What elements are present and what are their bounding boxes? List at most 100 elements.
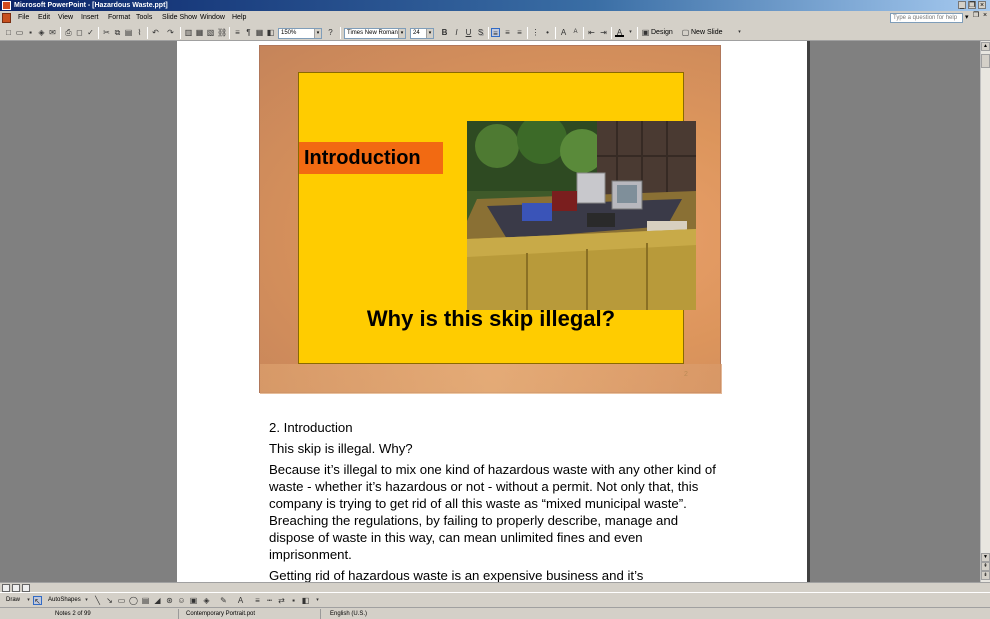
next-slide-icon[interactable]: ⇟ bbox=[981, 571, 990, 580]
minimize-icon[interactable]: _ bbox=[958, 1, 966, 9]
scroll-down-icon[interactable]: ▼ bbox=[981, 553, 990, 562]
new-icon[interactable]: □ bbox=[4, 28, 13, 37]
oval-icon[interactable]: ◯ bbox=[129, 596, 138, 605]
doc-restore-icon[interactable]: ❐ bbox=[972, 12, 980, 20]
cut-icon[interactable]: ✂ bbox=[102, 28, 111, 37]
insert-hyperlink-icon[interactable]: ⛓ bbox=[217, 28, 227, 37]
fill-color-icon[interactable]: ◈ bbox=[202, 596, 211, 605]
zoom-dropdown-icon[interactable]: ▾ bbox=[314, 29, 321, 38]
align-center-icon[interactable]: ≡ bbox=[503, 28, 512, 37]
autoshapes-menu-button[interactable]: AutoShapes bbox=[48, 595, 81, 606]
menu-slide-show[interactable]: Slide Show bbox=[162, 11, 197, 25]
skip-photo[interactable] bbox=[467, 121, 696, 310]
menu-edit[interactable]: Edit bbox=[38, 11, 50, 25]
underline-button[interactable]: U bbox=[464, 28, 473, 37]
3d-style-icon[interactable]: ◧ bbox=[301, 596, 310, 605]
bullets-icon[interactable]: • bbox=[543, 28, 552, 37]
draw-dropdown-icon[interactable]: ▾ bbox=[24, 596, 33, 605]
text-box-icon[interactable]: ▤ bbox=[141, 596, 150, 605]
wordart-icon[interactable]: ◢ bbox=[153, 596, 162, 605]
redo-icon[interactable]: ↷ bbox=[166, 28, 175, 37]
email-icon[interactable]: ✉ bbox=[48, 28, 57, 37]
menu-window[interactable]: Window bbox=[200, 11, 225, 25]
previous-slide-icon[interactable]: ⇞ bbox=[981, 562, 990, 571]
shadow-button[interactable]: S bbox=[476, 28, 485, 37]
save-icon[interactable]: ▪ bbox=[26, 28, 35, 37]
line-color-icon[interactable]: ✎ bbox=[219, 596, 228, 605]
italic-button[interactable]: I bbox=[452, 28, 461, 37]
increase-indent-icon[interactable]: ⇥ bbox=[599, 28, 608, 37]
powerpoint-app-icon[interactable] bbox=[2, 1, 11, 10]
new-slide-button[interactable]: New Slide bbox=[691, 28, 723, 38]
shadow-style-icon[interactable]: ▪ bbox=[289, 596, 298, 605]
help-question-input[interactable]: Type a question for help bbox=[890, 13, 963, 23]
close-icon[interactable]: × bbox=[978, 1, 986, 9]
vertical-scrollbar[interactable]: ▲ ▼ ⇞ ⇟ bbox=[980, 41, 990, 582]
picture-icon[interactable]: ▣ bbox=[189, 596, 198, 605]
increase-font-icon[interactable]: A bbox=[559, 28, 568, 37]
slide-sorter-view-icon[interactable] bbox=[12, 584, 20, 592]
slide-thumbnail[interactable]: Introduction Why is this skip illegal? 2 bbox=[259, 45, 722, 394]
status-language[interactable]: English (U.S.) bbox=[330, 608, 367, 619]
slide-title[interactable]: Introduction bbox=[299, 142, 443, 174]
insert-table-icon[interactable]: ▦ bbox=[195, 28, 204, 37]
format-painter-icon[interactable]: ⌇ bbox=[135, 28, 144, 37]
draw-menu-button[interactable]: Draw bbox=[6, 595, 20, 606]
zoom-select[interactable]: 150% ▾ bbox=[278, 28, 322, 39]
new-slide-icon[interactable]: ▢ bbox=[681, 28, 690, 37]
menu-file[interactable]: File bbox=[18, 11, 29, 25]
line-style-icon[interactable]: ≡ bbox=[253, 596, 262, 605]
menu-format[interactable]: Format bbox=[108, 11, 130, 25]
decrease-indent-icon[interactable]: ⇤ bbox=[587, 28, 596, 37]
help-icon[interactable]: ? bbox=[326, 28, 335, 37]
grid-icon[interactable]: ▦ bbox=[255, 28, 264, 37]
permission-icon[interactable]: ◈ bbox=[37, 28, 46, 37]
draw-toolbar-options-icon[interactable]: ▾ bbox=[313, 596, 322, 605]
tables-borders-icon[interactable]: ▧ bbox=[206, 28, 215, 37]
insert-chart-icon[interactable]: ▥ bbox=[184, 28, 193, 37]
scroll-up-icon[interactable]: ▲ bbox=[981, 42, 990, 51]
line-icon[interactable]: ╲ bbox=[93, 596, 102, 605]
maximize-icon[interactable]: ❐ bbox=[968, 1, 976, 9]
menu-tools[interactable]: Tools bbox=[136, 11, 152, 25]
slide-show-view-icon[interactable] bbox=[22, 584, 30, 592]
print-icon[interactable]: ⎙ bbox=[64, 28, 73, 37]
expand-all-icon[interactable]: ≡ bbox=[233, 28, 242, 37]
select-objects-icon[interactable]: ↖ bbox=[33, 596, 42, 606]
clip-art-icon[interactable]: ☺ bbox=[177, 596, 186, 605]
diagram-icon[interactable]: ⊛ bbox=[165, 596, 174, 605]
color-grayscale-icon[interactable]: ◧ bbox=[266, 28, 275, 37]
toolbar-options-icon[interactable]: ▾ bbox=[735, 28, 744, 37]
font-color-dropdown-icon[interactable]: ▾ bbox=[626, 28, 635, 37]
normal-view-icon[interactable] bbox=[2, 584, 10, 592]
font-size-select[interactable]: 24 ▾ bbox=[410, 28, 434, 39]
align-right-icon[interactable]: ≡ bbox=[515, 28, 524, 37]
menu-view[interactable]: View bbox=[58, 11, 73, 25]
spelling-icon[interactable]: ✓ bbox=[86, 28, 95, 37]
font-color-icon[interactable]: A bbox=[615, 28, 624, 37]
speaker-notes[interactable]: 2. Introduction This skip is illegal. Wh… bbox=[269, 419, 719, 582]
undo-icon[interactable]: ↶ bbox=[151, 28, 160, 37]
scroll-thumb[interactable] bbox=[981, 54, 990, 68]
font-color-draw-icon[interactable]: A bbox=[236, 596, 245, 605]
paste-icon[interactable]: ▤ bbox=[124, 28, 133, 37]
design-icon[interactable]: ▣ bbox=[641, 28, 650, 37]
document-icon[interactable] bbox=[2, 13, 11, 23]
autoshapes-dropdown-icon[interactable]: ▾ bbox=[82, 596, 91, 605]
doc-close-icon[interactable]: × bbox=[981, 12, 989, 20]
numbering-icon[interactable]: ⋮ bbox=[531, 28, 540, 37]
font-size-dropdown-icon[interactable]: ▾ bbox=[426, 29, 433, 38]
design-button[interactable]: Design bbox=[651, 28, 673, 38]
menu-insert[interactable]: Insert bbox=[81, 11, 99, 25]
font-select[interactable]: Times New Roman ▾ bbox=[344, 28, 406, 39]
align-left-icon[interactable]: ≡ bbox=[491, 28, 500, 38]
font-dropdown-icon[interactable]: ▾ bbox=[398, 29, 405, 38]
print-preview-icon[interactable]: ◻ bbox=[75, 28, 84, 37]
open-icon[interactable]: ▭ bbox=[15, 28, 24, 37]
arrow-icon[interactable]: ↘ bbox=[105, 596, 114, 605]
menu-help[interactable]: Help bbox=[232, 11, 246, 25]
rectangle-icon[interactable]: ▭ bbox=[117, 596, 126, 605]
bold-button[interactable]: B bbox=[440, 28, 449, 37]
decrease-font-icon[interactable]: A bbox=[571, 28, 580, 37]
dash-style-icon[interactable]: ┅ bbox=[265, 596, 274, 605]
